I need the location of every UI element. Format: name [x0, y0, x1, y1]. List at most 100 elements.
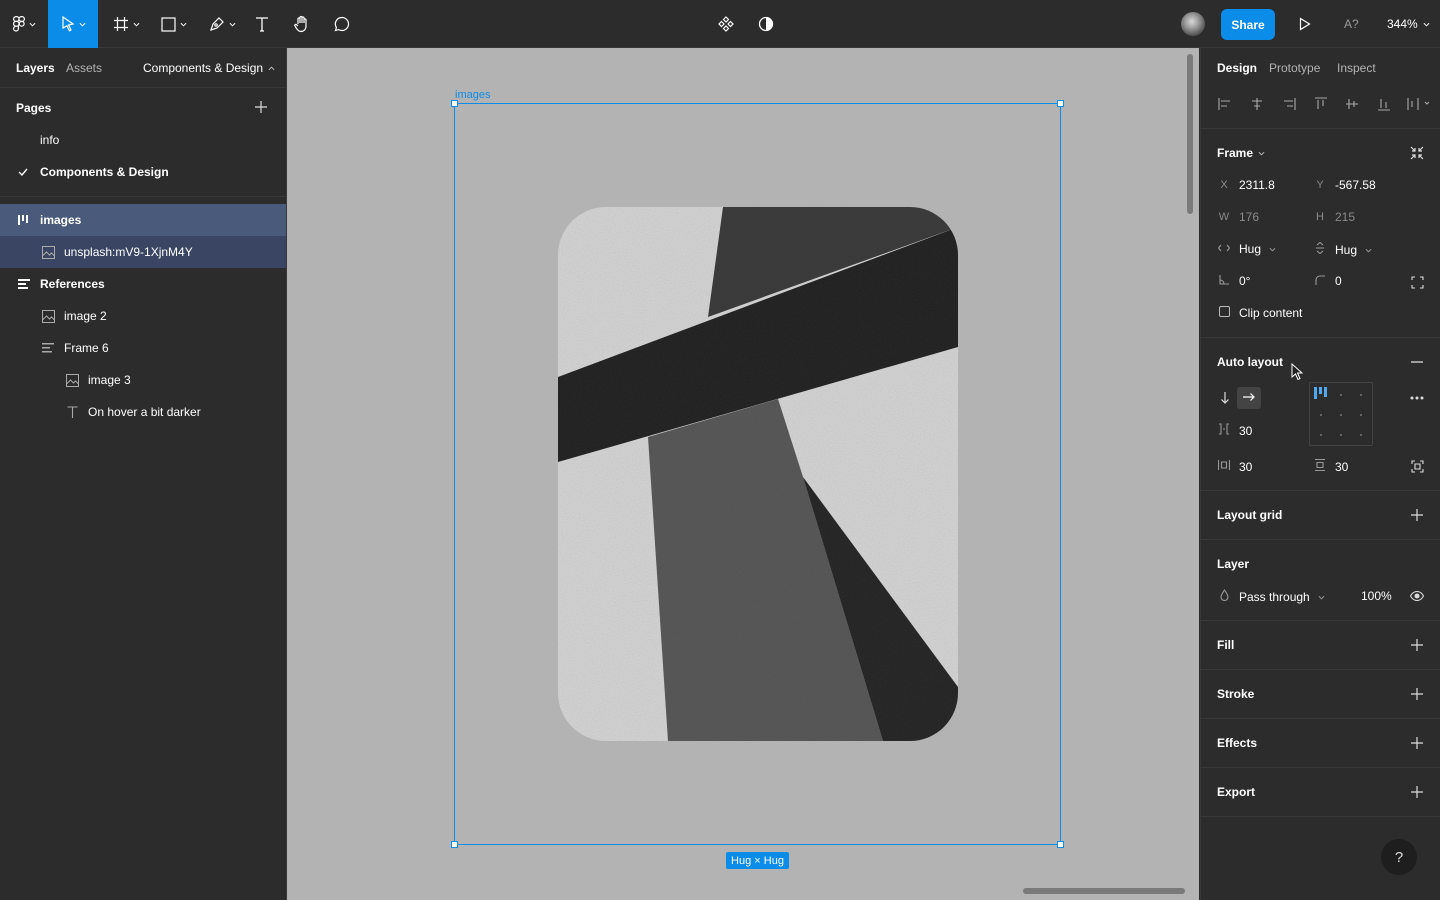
- align-bottom-icon[interactable]: [1376, 96, 1392, 112]
- y-position-field[interactable]: Y -567.58: [1313, 178, 1375, 192]
- components-button[interactable]: [712, 0, 740, 48]
- tab-prototype[interactable]: Prototype: [1269, 48, 1320, 88]
- blend-mode-dropdown[interactable]: Pass through: [1217, 589, 1325, 604]
- h-value: 215: [1335, 210, 1356, 224]
- image-icon: [41, 309, 55, 323]
- pen-tool-button[interactable]: [202, 0, 242, 48]
- tab-design[interactable]: Design: [1217, 48, 1257, 88]
- add-effect-icon[interactable]: [1409, 735, 1425, 751]
- canvas[interactable]: images Hug × Hug: [287, 48, 1199, 900]
- vertical-resizing-dropdown[interactable]: Hug: [1313, 241, 1372, 257]
- hand-tool-button[interactable]: [288, 0, 316, 48]
- item-spacing-field[interactable]: 30: [1217, 423, 1252, 438]
- mouse-cursor-icon: [1289, 363, 1305, 381]
- export-title: Export: [1217, 785, 1256, 799]
- remove-auto-layout-icon[interactable]: [1409, 354, 1425, 370]
- stroke-title: Stroke: [1217, 687, 1255, 701]
- layer-row-references[interactable]: References: [0, 268, 286, 300]
- divider: [1201, 767, 1440, 768]
- present-button[interactable]: [1292, 0, 1318, 48]
- text-layer-icon: [65, 405, 79, 419]
- divider: [1201, 128, 1440, 129]
- resize-handle-top-right[interactable]: [1057, 100, 1064, 107]
- distribute-icon[interactable]: [1407, 96, 1429, 112]
- text-tool-button[interactable]: [248, 0, 276, 48]
- rotation-value: 0°: [1239, 274, 1251, 288]
- tab-inspect[interactable]: Inspect: [1337, 48, 1376, 88]
- more-options-icon[interactable]: [1409, 390, 1425, 406]
- chevron-down-icon: [1365, 243, 1372, 257]
- direction-vertical-icon[interactable]: [1217, 390, 1233, 406]
- align-horizontal-center-icon[interactable]: [1249, 96, 1265, 112]
- horizontal-resizing-dropdown[interactable]: Hug: [1217, 242, 1276, 256]
- divider: [1201, 816, 1440, 817]
- divider: [1201, 718, 1440, 719]
- layer-row-text[interactable]: On hover a bit darker: [0, 396, 286, 428]
- rotation-field[interactable]: 0°: [1217, 274, 1250, 288]
- vertical-scrollbar[interactable]: [1187, 54, 1193, 214]
- align-top-icon[interactable]: [1313, 96, 1329, 112]
- add-layout-grid-icon[interactable]: [1409, 507, 1425, 523]
- layer-row-images[interactable]: images: [0, 204, 286, 236]
- align-vertical-center-icon[interactable]: [1344, 96, 1360, 112]
- independent-corners-icon[interactable]: [1409, 274, 1425, 290]
- page-item-components-design[interactable]: Components & Design: [0, 156, 286, 188]
- clip-content-checkbox[interactable]: Clip content: [1217, 306, 1302, 320]
- direction-horizontal-button[interactable]: [1237, 387, 1261, 409]
- opacity-field[interactable]: 100%: [1361, 589, 1392, 603]
- add-page-icon[interactable]: [255, 101, 267, 116]
- tab-layers[interactable]: Layers: [16, 48, 55, 88]
- x-position-field[interactable]: X 2311.8: [1217, 178, 1274, 192]
- page-item-label: Components & Design: [40, 165, 169, 179]
- grid-dot: [1360, 434, 1362, 436]
- add-fill-icon[interactable]: [1409, 637, 1425, 653]
- divider: [1201, 490, 1440, 491]
- align-right-icon[interactable]: [1281, 96, 1297, 112]
- resize-handle-bottom-right[interactable]: [1057, 841, 1064, 848]
- zoom-dropdown[interactable]: 344%: [1387, 0, 1430, 48]
- vertical-resize-value: Hug: [1335, 242, 1358, 257]
- layer-row-image-3[interactable]: image 3: [0, 364, 286, 396]
- user-avatar[interactable]: [1181, 12, 1205, 36]
- help-button[interactable]: ?: [1381, 839, 1417, 875]
- accessibility-check-button[interactable]: A?: [1344, 0, 1359, 48]
- add-stroke-icon[interactable]: [1409, 686, 1425, 702]
- corner-radius-field[interactable]: 0: [1313, 274, 1342, 288]
- layer-row-frame-6[interactable]: Frame 6: [0, 332, 286, 364]
- divider: [0, 196, 286, 197]
- layer-section-title: Layer: [1217, 557, 1250, 571]
- frame-tool-button[interactable]: [106, 0, 146, 48]
- height-field[interactable]: H 215: [1313, 210, 1355, 224]
- width-field[interactable]: W 176: [1217, 210, 1259, 224]
- resize-handle-bottom-left[interactable]: [451, 841, 458, 848]
- horizontal-resize-value: Hug: [1239, 242, 1262, 256]
- individual-padding-icon[interactable]: [1409, 458, 1425, 474]
- effects-title: Effects: [1217, 736, 1258, 750]
- layer-row-image-2[interactable]: image 2: [0, 300, 286, 332]
- frame-name-label[interactable]: images: [455, 89, 490, 101]
- page-item-info[interactable]: info: [0, 124, 286, 156]
- right-panel: Design Prototype Inspect Frame X 2311.8 …: [1200, 48, 1440, 900]
- theme-toggle-button[interactable]: [752, 0, 780, 48]
- frame-section-title[interactable]: Frame: [1217, 146, 1265, 160]
- collapse-arrows-icon[interactable]: [1409, 145, 1425, 161]
- add-export-icon[interactable]: [1409, 784, 1425, 800]
- current-page-name: Components & Design: [143, 61, 264, 75]
- horizontal-scrollbar[interactable]: [1023, 888, 1185, 894]
- tab-assets[interactable]: Assets: [66, 48, 102, 88]
- resize-handle-top-left[interactable]: [451, 100, 458, 107]
- shape-tool-button[interactable]: [154, 0, 194, 48]
- move-tool-button[interactable]: [48, 0, 98, 48]
- pen-icon: [209, 16, 225, 32]
- comment-tool-button[interactable]: [328, 0, 356, 48]
- page-switcher[interactable]: Components & Design: [143, 48, 275, 88]
- vertical-padding-field[interactable]: 30: [1313, 458, 1348, 474]
- horizontal-padding-field[interactable]: 30: [1217, 459, 1252, 474]
- checkbox-icon: [1217, 306, 1231, 320]
- align-left-icon[interactable]: [1217, 96, 1233, 112]
- abstract-photo-image[interactable]: [558, 207, 958, 741]
- main-menu-button[interactable]: [0, 0, 48, 48]
- share-button[interactable]: Share: [1221, 9, 1275, 40]
- eye-visibility-icon[interactable]: [1409, 588, 1425, 604]
- layer-row-unsplash-image[interactable]: unsplash:mV9-1XjnM4Y: [0, 236, 286, 268]
